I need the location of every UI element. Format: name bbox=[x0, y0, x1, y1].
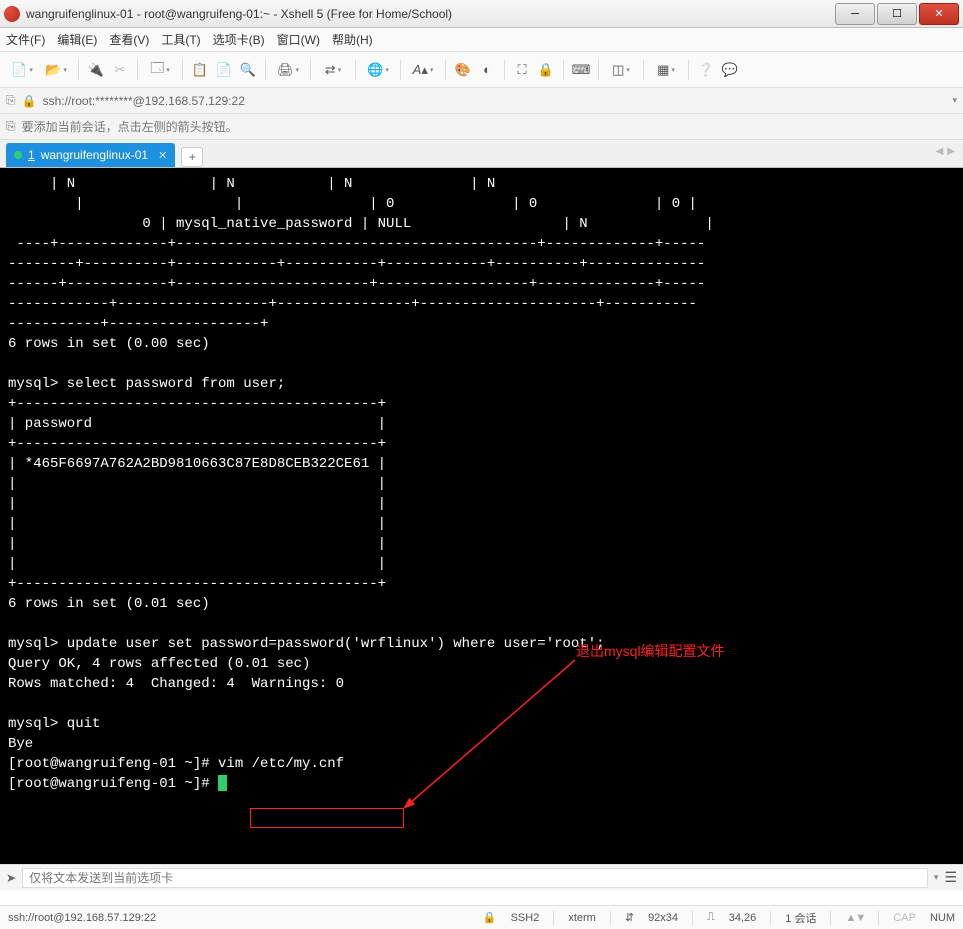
command-input[interactable] bbox=[22, 868, 928, 888]
separator bbox=[355, 60, 356, 80]
properties-button[interactable]: 🗔▾ bbox=[144, 59, 176, 81]
scroll-down-icon[interactable]: ▼ bbox=[0, 814, 963, 828]
disconnect-button[interactable]: ✂ bbox=[109, 59, 131, 81]
annotation-text: 退出mysql编辑配置文件 bbox=[576, 641, 725, 661]
address-bar: ⎘ 🔒 ssh://root:********@192.168.57.129:2… bbox=[0, 88, 963, 114]
print-button[interactable]: 🖨▾ bbox=[272, 59, 304, 81]
status-cap: CAP bbox=[893, 912, 916, 924]
separator bbox=[265, 60, 266, 80]
status-size: 92x34 bbox=[648, 912, 678, 924]
maximize-button[interactable]: ☐ bbox=[877, 3, 917, 25]
lock-button[interactable]: 🔒 bbox=[535, 59, 557, 81]
color-button[interactable]: 🎨 bbox=[452, 59, 474, 81]
separator bbox=[830, 911, 831, 925]
menu-file[interactable]: 文件(F) bbox=[6, 31, 45, 48]
annotation-box bbox=[250, 808, 404, 828]
add-session-icon[interactable]: ⎘ bbox=[6, 93, 16, 108]
tab-strip: 1 wangruifenglinux-01 ✕ + ◀ ▶ bbox=[0, 140, 963, 168]
find-button[interactable]: 🔍 bbox=[237, 59, 259, 81]
menu-tools[interactable]: 工具(T) bbox=[161, 31, 200, 48]
status-num: NUM bbox=[930, 912, 955, 924]
transfer-button[interactable]: ⇄▾ bbox=[317, 59, 349, 81]
layout-button[interactable]: ◫▾ bbox=[605, 59, 637, 81]
menu-edit[interactable]: 编辑(E) bbox=[57, 31, 97, 48]
separator bbox=[598, 60, 599, 80]
encoding-button[interactable]: ◐ bbox=[476, 59, 498, 81]
lock-icon: 🔒 bbox=[22, 94, 37, 108]
reconnect-button[interactable]: 🔌 bbox=[85, 59, 107, 81]
tab-label: wangruifenglinux-01 bbox=[41, 148, 148, 162]
separator bbox=[400, 60, 401, 80]
open-button[interactable]: 📂▾ bbox=[40, 59, 72, 81]
separator bbox=[182, 60, 183, 80]
font-button[interactable]: A▴▾ bbox=[407, 59, 439, 81]
web-button[interactable]: 🌐▾ bbox=[362, 59, 394, 81]
toolbar: 📄▾ 📂▾ 🔌 ✂ 🗔▾ 📋 📄 🔍 🖨▾ ⇄▾ 🌐▾ A▴▾ 🎨 ◐ ⛶ 🔒 … bbox=[0, 52, 963, 88]
scroll-up-icon[interactable]: ▲ bbox=[0, 800, 963, 814]
menu-view[interactable]: 查看(V) bbox=[109, 31, 149, 48]
status-bar: ssh://root@192.168.57.129:22 🔒 SSH2 xter… bbox=[0, 905, 963, 929]
lock-icon: 🔒 bbox=[483, 911, 497, 924]
copy-button[interactable]: 📋 bbox=[189, 59, 211, 81]
cursor-icon: ⎍ bbox=[707, 911, 715, 924]
terminal[interactable]: | N | N | N | N | | | 0 | 0 | 0 | 0 | my… bbox=[0, 168, 963, 800]
session-tab[interactable]: 1 wangruifenglinux-01 ✕ bbox=[6, 143, 175, 167]
fullscreen-button[interactable]: ⛶ bbox=[511, 59, 533, 81]
menu-tabs[interactable]: 选项卡(B) bbox=[213, 31, 265, 48]
separator bbox=[310, 60, 311, 80]
tab-index: 1 bbox=[28, 148, 35, 162]
menu-help[interactable]: 帮助(H) bbox=[332, 31, 373, 48]
separator bbox=[504, 60, 505, 80]
hint-text: 要添加当前会话，点击左侧的箭头按钮。 bbox=[22, 118, 238, 135]
separator bbox=[137, 60, 138, 80]
tab-next-icon[interactable]: ▶ bbox=[947, 146, 955, 157]
separator bbox=[445, 60, 446, 80]
status-protocol: SSH2 bbox=[511, 912, 540, 924]
separator bbox=[692, 911, 693, 925]
input-bar: ➤ ▾ ☰ bbox=[0, 864, 963, 890]
separator bbox=[563, 60, 564, 80]
send-target-icon[interactable]: ➤ bbox=[6, 871, 16, 885]
terminal-scrollbar[interactable]: ▲ ▼ bbox=[0, 800, 963, 828]
hint-icon: ⎘ bbox=[6, 119, 16, 134]
separator bbox=[688, 60, 689, 80]
app-icon bbox=[4, 6, 20, 22]
separator bbox=[770, 911, 771, 925]
paste-button[interactable]: 📄 bbox=[213, 59, 235, 81]
minimize-button[interactable]: ─ bbox=[835, 3, 875, 25]
separator bbox=[878, 911, 879, 925]
help-button[interactable]: ❔ bbox=[695, 59, 717, 81]
hint-bar: ⎘ 要添加当前会话，点击左侧的箭头按钮。 bbox=[0, 114, 963, 140]
separator bbox=[78, 60, 79, 80]
keyboard-button[interactable]: ⌨ bbox=[570, 59, 592, 81]
input-menu-icon[interactable]: ☰ bbox=[944, 869, 957, 886]
size-icon: ⇵ bbox=[625, 911, 634, 924]
input-dropdown-icon[interactable]: ▾ bbox=[934, 872, 939, 883]
window-titlebar: wangruifenglinux-01 - root@wangruifeng-0… bbox=[0, 0, 963, 28]
tab-nav: ◀ ▶ bbox=[936, 146, 955, 157]
separator bbox=[643, 60, 644, 80]
updown-icon: ▲ ▼ bbox=[845, 912, 864, 924]
address-dropdown-icon[interactable]: ▾ bbox=[952, 95, 957, 106]
about-button[interactable]: 💬 bbox=[719, 59, 741, 81]
separator bbox=[553, 911, 554, 925]
tab-prev-icon[interactable]: ◀ bbox=[936, 146, 944, 157]
status-cursor-pos: 34,26 bbox=[729, 912, 757, 924]
menubar: 文件(F) 编辑(E) 查看(V) 工具(T) 选项卡(B) 窗口(W) 帮助(… bbox=[0, 28, 963, 52]
window-buttons: ─ ☐ ✕ bbox=[833, 3, 959, 25]
tile-button[interactable]: ▦▾ bbox=[650, 59, 682, 81]
new-tab-button[interactable]: + bbox=[181, 147, 203, 167]
status-sessions: 1 会话 bbox=[785, 910, 816, 926]
status-connection: ssh://root@192.168.57.129:22 bbox=[8, 912, 156, 924]
separator bbox=[610, 911, 611, 925]
status-term: xterm bbox=[568, 912, 596, 924]
address-text[interactable]: ssh://root:********@192.168.57.129:22 bbox=[43, 94, 947, 108]
tab-close-icon[interactable]: ✕ bbox=[158, 149, 167, 162]
new-session-button[interactable]: 📄▾ bbox=[6, 59, 38, 81]
close-button[interactable]: ✕ bbox=[919, 3, 959, 25]
window-title: wangruifenglinux-01 - root@wangruifeng-0… bbox=[26, 7, 833, 21]
menu-window[interactable]: 窗口(W) bbox=[277, 31, 320, 48]
terminal-wrap: | N | N | N | N | | | 0 | 0 | 0 | 0 | my… bbox=[0, 168, 963, 864]
status-dot-icon bbox=[14, 151, 22, 159]
